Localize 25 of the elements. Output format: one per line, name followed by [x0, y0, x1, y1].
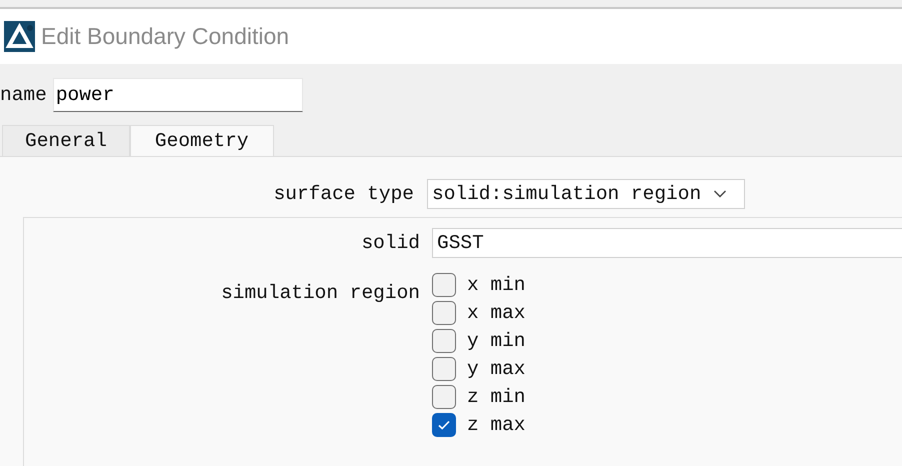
field-label: name — [0, 84, 47, 106]
name-field[interactable]: power — [52, 78, 303, 112]
checkbox-label: y min — [467, 330, 526, 352]
app-logo-icon — [4, 21, 35, 52]
solid-field[interactable]: GSST — [432, 228, 902, 258]
checkbox-label: x min — [467, 274, 526, 296]
checkbox[interactable] — [432, 413, 456, 437]
tab[interactable]: General — [2, 125, 130, 156]
checkbox[interactable] — [432, 329, 456, 353]
checkbox-label: x max — [467, 302, 526, 324]
checkbox-label: z min — [467, 386, 526, 408]
checkbox-label: z max — [467, 414, 526, 436]
chevron-down-icon — [713, 189, 728, 199]
window-title: Edit Boundary Condition — [41, 23, 290, 50]
checkbox[interactable] — [432, 301, 456, 325]
tab[interactable]: Geometry — [130, 125, 274, 156]
checkbox[interactable] — [432, 357, 456, 381]
surface-type-dropdown[interactable]: solid:simulation region — [427, 179, 745, 209]
checkbox-label: y max — [467, 358, 526, 380]
checkbox[interactable] — [432, 385, 456, 409]
field-label: simulation region — [221, 282, 420, 304]
checkbox[interactable] — [432, 273, 456, 297]
field-label: solid — [361, 232, 420, 254]
field-label: surface type — [272, 183, 414, 205]
checkmark-icon — [437, 418, 451, 432]
